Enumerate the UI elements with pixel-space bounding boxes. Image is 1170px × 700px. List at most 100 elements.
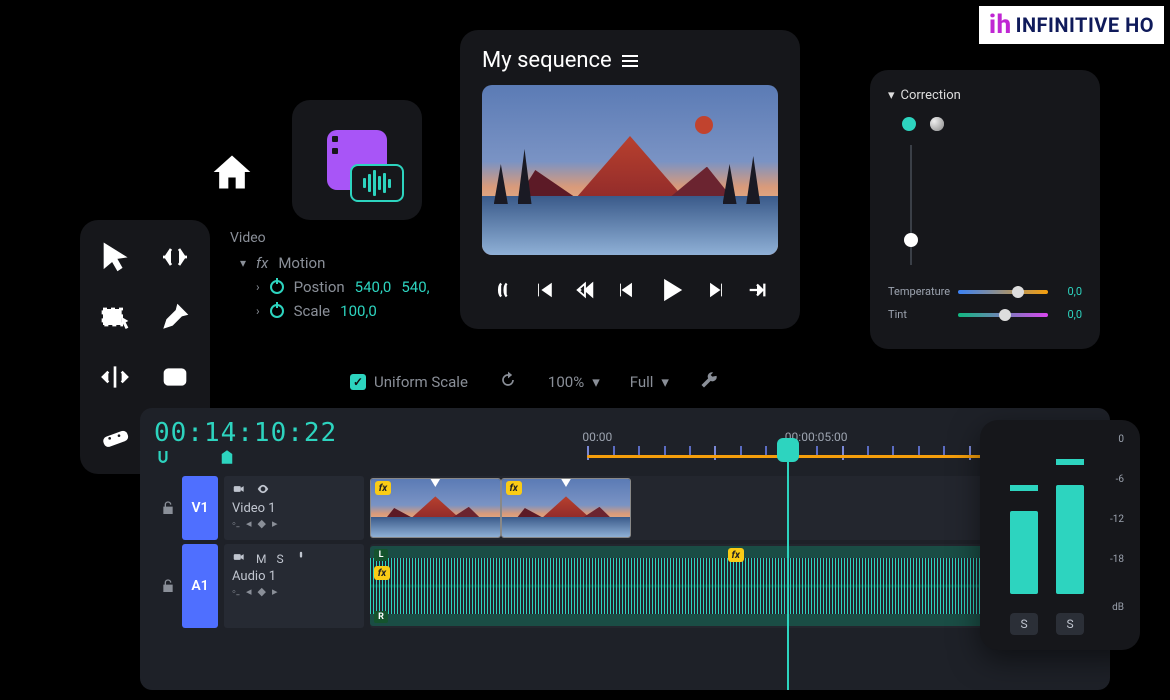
channel-right-badge: R xyxy=(374,611,388,623)
channel-left-badge: L xyxy=(374,549,388,561)
temperature-value[interactable]: 0,0 xyxy=(1056,285,1082,298)
motion-group[interactable]: ▾ fx Motion xyxy=(240,254,430,272)
razor-tool[interactable] xyxy=(94,416,136,458)
snap-toggle-icon[interactable] xyxy=(154,448,172,470)
audio-track-name: Audio 1 xyxy=(232,569,356,584)
chevron-down-icon: ▾ xyxy=(888,88,895,103)
track-target-badge[interactable]: V1 xyxy=(182,476,218,540)
resolution-value: Full xyxy=(630,373,654,391)
preview-viewport[interactable] xyxy=(482,85,778,255)
marquee-tool[interactable] xyxy=(94,296,136,338)
timeline-toggle-icons xyxy=(154,448,337,470)
uniform-scale-toggle[interactable]: ✓ Uniform Scale xyxy=(350,373,468,391)
checkbox-checked-icon: ✓ xyxy=(350,374,366,390)
tint-slider[interactable] xyxy=(958,313,1048,317)
mic-icon[interactable] xyxy=(294,550,308,567)
mark-in-button[interactable] xyxy=(488,275,518,309)
peak-indicator xyxy=(1010,485,1038,491)
resolution-select[interactable]: Full ▾ xyxy=(630,373,669,391)
scale-tick: -6 xyxy=(1110,474,1124,485)
selection-tool[interactable] xyxy=(94,236,136,278)
exposure-slider[interactable] xyxy=(910,145,912,265)
db-label: dB xyxy=(996,602,1124,613)
position-x-value[interactable]: 540,0 xyxy=(355,278,392,296)
keyframe-nav[interactable]: ◦₋◂◆▸ xyxy=(232,517,356,530)
tint-value[interactable]: 0,0 xyxy=(1056,308,1082,321)
linked-selection-icon[interactable] xyxy=(186,448,204,470)
video-clip[interactable]: fx xyxy=(370,478,501,538)
eye-icon[interactable] xyxy=(256,482,270,499)
temperature-slider[interactable] xyxy=(958,290,1048,294)
brand-watermark: ih INFINITIVE HO xyxy=(979,6,1164,44)
scale-row[interactable]: › Scale 100,0 xyxy=(256,302,430,320)
position-y-value[interactable]: 540, xyxy=(401,278,429,296)
mute-toggle[interactable]: M xyxy=(256,552,266,566)
scale-value[interactable]: 100,0 xyxy=(340,302,377,320)
video-track-header: Video 1 ◦₋◂◆▸ xyxy=(224,476,364,540)
tint-row: Tint 0,0 xyxy=(888,308,1082,321)
play-button[interactable] xyxy=(652,271,690,313)
timecode-display[interactable]: 00:14:10:22 xyxy=(154,418,337,448)
temperature-row: Temperature 0,0 xyxy=(888,285,1082,298)
chevron-down-icon: ▾ xyxy=(240,256,246,270)
track-lock-toggle[interactable] xyxy=(154,476,182,540)
motion-label: Motion xyxy=(278,254,325,272)
stopwatch-icon[interactable] xyxy=(270,304,284,318)
settings-icon[interactable] xyxy=(250,448,268,470)
track-target-badge[interactable]: A1 xyxy=(182,544,218,628)
position-row[interactable]: › Postion 540,0 540, xyxy=(256,278,430,296)
mode-advanced-icon[interactable] xyxy=(930,117,944,131)
ripple-trim-tool[interactable] xyxy=(154,236,196,278)
step-back-many-button[interactable] xyxy=(570,275,600,309)
rectangle-tool[interactable] xyxy=(154,356,196,398)
audio-track-header: M S Audio 1 ◦₋◂◆▸ xyxy=(224,544,364,628)
slider-thumb[interactable] xyxy=(999,309,1011,321)
keyframe-nav[interactable]: ◦₋◂◆▸ xyxy=(232,585,356,598)
media-type-card[interactable] xyxy=(292,100,422,220)
correction-title: Correction xyxy=(901,88,961,103)
audio-clip[interactable]: L R fx fx xyxy=(370,546,1009,626)
solo-toggle[interactable]: S xyxy=(276,552,283,566)
chevron-right-icon: › xyxy=(256,304,260,318)
meter-bar-left xyxy=(1010,511,1038,594)
step-back-button[interactable] xyxy=(611,275,641,309)
wrench-button[interactable] xyxy=(699,370,719,394)
position-label: Postion xyxy=(294,278,345,296)
solo-button-right[interactable]: S xyxy=(1056,613,1084,635)
effect-controls-panel: Video ▾ fx Motion › Postion 540,0 540, ›… xyxy=(230,230,430,326)
uniform-scale-label: Uniform Scale xyxy=(374,373,468,391)
marker-icon[interactable] xyxy=(218,448,236,470)
panel-menu-icon[interactable] xyxy=(622,55,638,67)
video-clip[interactable]: fx xyxy=(501,478,632,538)
fx-badge-icon[interactable]: fx xyxy=(374,566,390,580)
effect-section-label: Video xyxy=(230,230,430,246)
solo-button-left[interactable]: S xyxy=(1010,613,1038,635)
brand-text: INFINITIVE HO xyxy=(1016,13,1154,37)
work-area-bar[interactable] xyxy=(587,455,1045,458)
slip-tool[interactable] xyxy=(94,356,136,398)
camera-icon xyxy=(232,482,246,499)
stopwatch-icon[interactable] xyxy=(270,280,284,294)
go-to-out-button[interactable] xyxy=(742,275,772,309)
audio-waveform-icon xyxy=(350,164,404,202)
track-lock-toggle[interactable] xyxy=(154,544,182,628)
fx-badge-icon[interactable]: fx xyxy=(375,481,391,495)
chevron-right-icon: › xyxy=(256,280,260,294)
pen-tool[interactable] xyxy=(154,296,196,338)
playhead[interactable] xyxy=(787,446,789,690)
reset-button[interactable] xyxy=(498,370,518,394)
fx-badge-icon[interactable]: fx xyxy=(506,481,522,495)
brand-glyph-icon: ih xyxy=(989,10,1012,40)
slider-thumb[interactable] xyxy=(904,233,918,247)
zoom-select[interactable]: 100% ▾ xyxy=(548,373,600,391)
step-forward-button[interactable] xyxy=(701,275,731,309)
slider-thumb[interactable] xyxy=(1012,286,1024,298)
video-track: V1 Video 1 ◦₋◂◆▸ fx fx xyxy=(154,476,1096,540)
home-button[interactable] xyxy=(210,150,254,198)
meter-bar-right xyxy=(1056,485,1084,594)
fx-badge-icon[interactable]: fx xyxy=(728,548,744,562)
go-to-in-button[interactable] xyxy=(529,275,559,309)
scale-label: Scale xyxy=(294,302,331,320)
mode-basic-icon[interactable] xyxy=(902,117,916,131)
correction-header[interactable]: ▾ Correction xyxy=(888,88,1082,103)
